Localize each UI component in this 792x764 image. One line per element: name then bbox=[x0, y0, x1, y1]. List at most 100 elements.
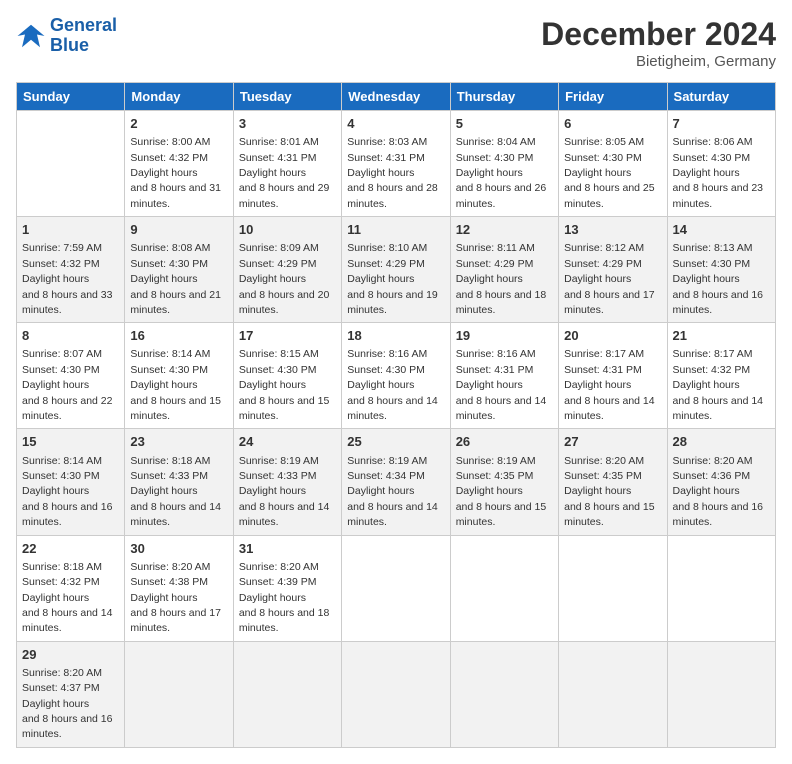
day-info: Sunrise: 8:10 AMSunset: 4:29 PMDaylight … bbox=[347, 242, 438, 316]
day-info: Sunrise: 8:07 AMSunset: 4:30 PMDaylight … bbox=[22, 348, 113, 422]
logo-icon bbox=[16, 21, 46, 51]
calendar-cell bbox=[342, 535, 450, 641]
day-info: Sunrise: 8:00 AMSunset: 4:32 PMDaylight … bbox=[130, 136, 221, 210]
day-number: 31 bbox=[239, 540, 336, 558]
col-header-tuesday: Tuesday bbox=[233, 83, 341, 111]
day-number: 30 bbox=[130, 540, 227, 558]
day-info: Sunrise: 8:14 AMSunset: 4:30 PMDaylight … bbox=[22, 455, 113, 529]
day-number: 17 bbox=[239, 327, 336, 345]
day-info: Sunrise: 8:14 AMSunset: 4:30 PMDaylight … bbox=[130, 348, 221, 422]
calendar-cell: 25 Sunrise: 8:19 AMSunset: 4:34 PMDaylig… bbox=[342, 429, 450, 535]
day-number: 3 bbox=[239, 115, 336, 133]
day-info: Sunrise: 8:19 AMSunset: 4:33 PMDaylight … bbox=[239, 455, 330, 529]
page-header: General Blue December 2024 Bietigheim, G… bbox=[16, 16, 776, 70]
day-number: 5 bbox=[456, 115, 553, 133]
day-info: Sunrise: 8:05 AMSunset: 4:30 PMDaylight … bbox=[564, 136, 655, 210]
calendar-cell bbox=[17, 111, 125, 217]
day-number: 19 bbox=[456, 327, 553, 345]
day-info: Sunrise: 8:20 AMSunset: 4:39 PMDaylight … bbox=[239, 561, 330, 635]
calendar-cell: 6 Sunrise: 8:05 AMSunset: 4:30 PMDayligh… bbox=[559, 111, 667, 217]
logo: General Blue bbox=[16, 16, 117, 56]
day-info: Sunrise: 8:20 AMSunset: 4:35 PMDaylight … bbox=[564, 455, 655, 529]
day-number: 9 bbox=[130, 221, 227, 239]
calendar-cell: 14 Sunrise: 8:13 AMSunset: 4:30 PMDaylig… bbox=[667, 217, 775, 323]
day-number: 27 bbox=[564, 433, 661, 451]
calendar-cell: 15 Sunrise: 8:14 AMSunset: 4:30 PMDaylig… bbox=[17, 429, 125, 535]
day-info: Sunrise: 8:01 AMSunset: 4:31 PMDaylight … bbox=[239, 136, 330, 210]
day-info: Sunrise: 8:20 AMSunset: 4:37 PMDaylight … bbox=[22, 667, 113, 741]
calendar-cell: 3 Sunrise: 8:01 AMSunset: 4:31 PMDayligh… bbox=[233, 111, 341, 217]
col-header-saturday: Saturday bbox=[667, 83, 775, 111]
day-info: Sunrise: 8:13 AMSunset: 4:30 PMDaylight … bbox=[673, 242, 764, 316]
calendar-cell bbox=[559, 535, 667, 641]
calendar-cell: 22 Sunrise: 8:18 AMSunset: 4:32 PMDaylig… bbox=[17, 535, 125, 641]
calendar-cell: 29 Sunrise: 8:20 AMSunset: 4:37 PMDaylig… bbox=[17, 641, 125, 747]
calendar-cell: 4 Sunrise: 8:03 AMSunset: 4:31 PMDayligh… bbox=[342, 111, 450, 217]
col-header-friday: Friday bbox=[559, 83, 667, 111]
calendar-cell: 12 Sunrise: 8:11 AMSunset: 4:29 PMDaylig… bbox=[450, 217, 558, 323]
calendar-cell: 13 Sunrise: 8:12 AMSunset: 4:29 PMDaylig… bbox=[559, 217, 667, 323]
calendar-cell: 2 Sunrise: 8:00 AMSunset: 4:32 PMDayligh… bbox=[125, 111, 233, 217]
day-info: Sunrise: 8:19 AMSunset: 4:35 PMDaylight … bbox=[456, 455, 547, 529]
day-number: 15 bbox=[22, 433, 119, 451]
day-number: 29 bbox=[22, 646, 119, 664]
day-number: 7 bbox=[673, 115, 770, 133]
day-number: 6 bbox=[564, 115, 661, 133]
day-number: 23 bbox=[130, 433, 227, 451]
day-number: 28 bbox=[673, 433, 770, 451]
calendar-cell bbox=[450, 641, 558, 747]
day-number: 26 bbox=[456, 433, 553, 451]
day-number: 14 bbox=[673, 221, 770, 239]
day-info: Sunrise: 8:20 AMSunset: 4:36 PMDaylight … bbox=[673, 455, 764, 529]
day-info: Sunrise: 8:17 AMSunset: 4:31 PMDaylight … bbox=[564, 348, 655, 422]
location: Bietigheim, Germany bbox=[541, 53, 776, 70]
day-info: Sunrise: 8:08 AMSunset: 4:30 PMDaylight … bbox=[130, 242, 221, 316]
day-info: Sunrise: 8:18 AMSunset: 4:32 PMDaylight … bbox=[22, 561, 113, 635]
calendar-cell: 16 Sunrise: 8:14 AMSunset: 4:30 PMDaylig… bbox=[125, 323, 233, 429]
day-number: 12 bbox=[456, 221, 553, 239]
calendar-cell bbox=[342, 641, 450, 747]
calendar-cell: 31 Sunrise: 8:20 AMSunset: 4:39 PMDaylig… bbox=[233, 535, 341, 641]
day-number: 25 bbox=[347, 433, 444, 451]
calendar-cell: 27 Sunrise: 8:20 AMSunset: 4:35 PMDaylig… bbox=[559, 429, 667, 535]
day-info: Sunrise: 8:09 AMSunset: 4:29 PMDaylight … bbox=[239, 242, 330, 316]
day-number: 8 bbox=[22, 327, 119, 345]
col-header-sunday: Sunday bbox=[17, 83, 125, 111]
title-block: December 2024 Bietigheim, Germany bbox=[541, 16, 776, 70]
day-number: 11 bbox=[347, 221, 444, 239]
calendar-cell: 7 Sunrise: 8:06 AMSunset: 4:30 PMDayligh… bbox=[667, 111, 775, 217]
calendar-cell bbox=[667, 535, 775, 641]
day-info: Sunrise: 8:06 AMSunset: 4:30 PMDaylight … bbox=[673, 136, 764, 210]
calendar-cell: 8 Sunrise: 8:07 AMSunset: 4:30 PMDayligh… bbox=[17, 323, 125, 429]
day-info: Sunrise: 7:59 AMSunset: 4:32 PMDaylight … bbox=[22, 242, 113, 316]
day-info: Sunrise: 8:03 AMSunset: 4:31 PMDaylight … bbox=[347, 136, 438, 210]
calendar-cell bbox=[450, 535, 558, 641]
calendar-cell: 28 Sunrise: 8:20 AMSunset: 4:36 PMDaylig… bbox=[667, 429, 775, 535]
logo-text: General Blue bbox=[50, 16, 117, 56]
col-header-thursday: Thursday bbox=[450, 83, 558, 111]
day-info: Sunrise: 8:17 AMSunset: 4:32 PMDaylight … bbox=[673, 348, 764, 422]
calendar-cell: 18 Sunrise: 8:16 AMSunset: 4:30 PMDaylig… bbox=[342, 323, 450, 429]
day-number: 1 bbox=[22, 221, 119, 239]
calendar-cell: 9 Sunrise: 8:08 AMSunset: 4:30 PMDayligh… bbox=[125, 217, 233, 323]
calendar-cell: 17 Sunrise: 8:15 AMSunset: 4:30 PMDaylig… bbox=[233, 323, 341, 429]
day-number: 16 bbox=[130, 327, 227, 345]
calendar-cell bbox=[667, 641, 775, 747]
day-number: 10 bbox=[239, 221, 336, 239]
day-number: 20 bbox=[564, 327, 661, 345]
calendar-cell: 26 Sunrise: 8:19 AMSunset: 4:35 PMDaylig… bbox=[450, 429, 558, 535]
day-number: 18 bbox=[347, 327, 444, 345]
calendar-table: SundayMondayTuesdayWednesdayThursdayFrid… bbox=[16, 82, 776, 748]
calendar-cell: 10 Sunrise: 8:09 AMSunset: 4:29 PMDaylig… bbox=[233, 217, 341, 323]
day-number: 4 bbox=[347, 115, 444, 133]
calendar-cell: 23 Sunrise: 8:18 AMSunset: 4:33 PMDaylig… bbox=[125, 429, 233, 535]
col-header-monday: Monday bbox=[125, 83, 233, 111]
day-number: 24 bbox=[239, 433, 336, 451]
day-info: Sunrise: 8:04 AMSunset: 4:30 PMDaylight … bbox=[456, 136, 547, 210]
day-number: 2 bbox=[130, 115, 227, 133]
col-header-wednesday: Wednesday bbox=[342, 83, 450, 111]
day-number: 22 bbox=[22, 540, 119, 558]
day-info: Sunrise: 8:20 AMSunset: 4:38 PMDaylight … bbox=[130, 561, 221, 635]
day-info: Sunrise: 8:15 AMSunset: 4:30 PMDaylight … bbox=[239, 348, 330, 422]
day-info: Sunrise: 8:16 AMSunset: 4:30 PMDaylight … bbox=[347, 348, 438, 422]
